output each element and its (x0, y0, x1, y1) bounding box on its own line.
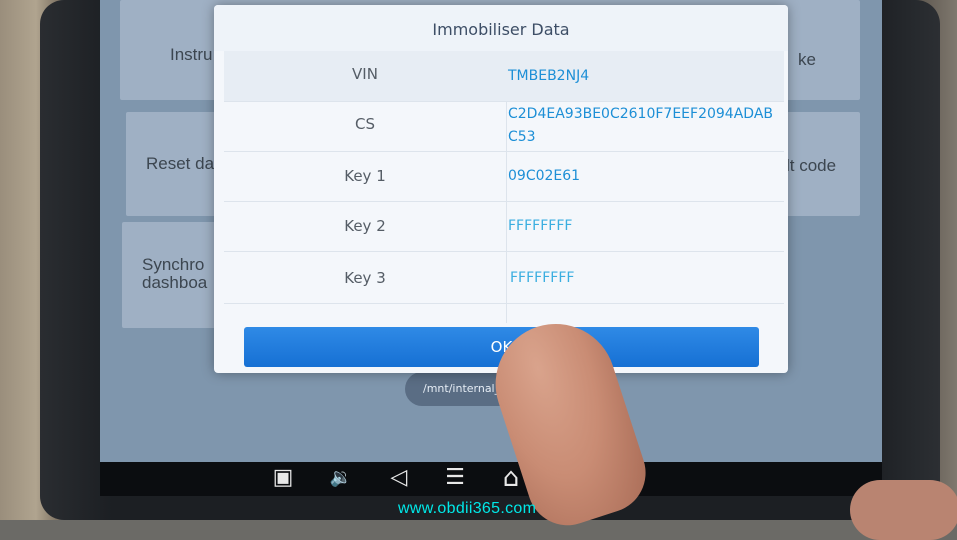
row-value: FFFFFFFF (508, 218, 573, 234)
row-value: FFFFFFFF (510, 270, 575, 286)
row-label: Key 1 (344, 167, 386, 185)
row-label: Key 3 (344, 269, 386, 287)
dialog-title: Immobiliser Data (214, 5, 788, 51)
table-row-vin: VIN TMBEB2NJ4 (224, 51, 784, 102)
table-row-key1: Key 1 09C02E61 (224, 151, 784, 202)
row-value: TMBEB2NJ4 (508, 68, 590, 84)
row-value: C2D4EA93BE0C2610F7EEF2094ADABC53 (508, 106, 773, 145)
row-value: 09C02E61 (508, 168, 581, 184)
menu-icon[interactable]: ☰ (442, 465, 468, 491)
immobiliser-data-dialog: Immobiliser Data VIN TMBEB2NJ4 CS C2D4EA… (214, 5, 788, 373)
screenshot-icon[interactable]: ▣ (270, 465, 296, 491)
device-screen: Instru ke Reset da lt code Synchro dashb… (100, 0, 882, 462)
table-row-key3: Key 3 FFFFFFFF (224, 251, 784, 304)
table-row-cs: CS C2D4EA93BE0C2610F7EEF2094ADABC53 (224, 101, 784, 152)
row-label: VIN (352, 65, 378, 83)
row-label: Key 2 (344, 217, 386, 235)
back-icon[interactable]: ◁ (386, 465, 412, 491)
row-label: CS (355, 115, 375, 133)
watermark-text: www.obdii365.com (398, 500, 537, 517)
volume-down-icon[interactable]: 🔉 (328, 465, 354, 491)
hand-thumb (850, 480, 957, 540)
table-row-key2: Key 2 FFFFFFFF (224, 201, 784, 252)
navigation-bar: ▣ 🔉 ◁ ☰ ⌂ 🔊 (100, 462, 882, 496)
